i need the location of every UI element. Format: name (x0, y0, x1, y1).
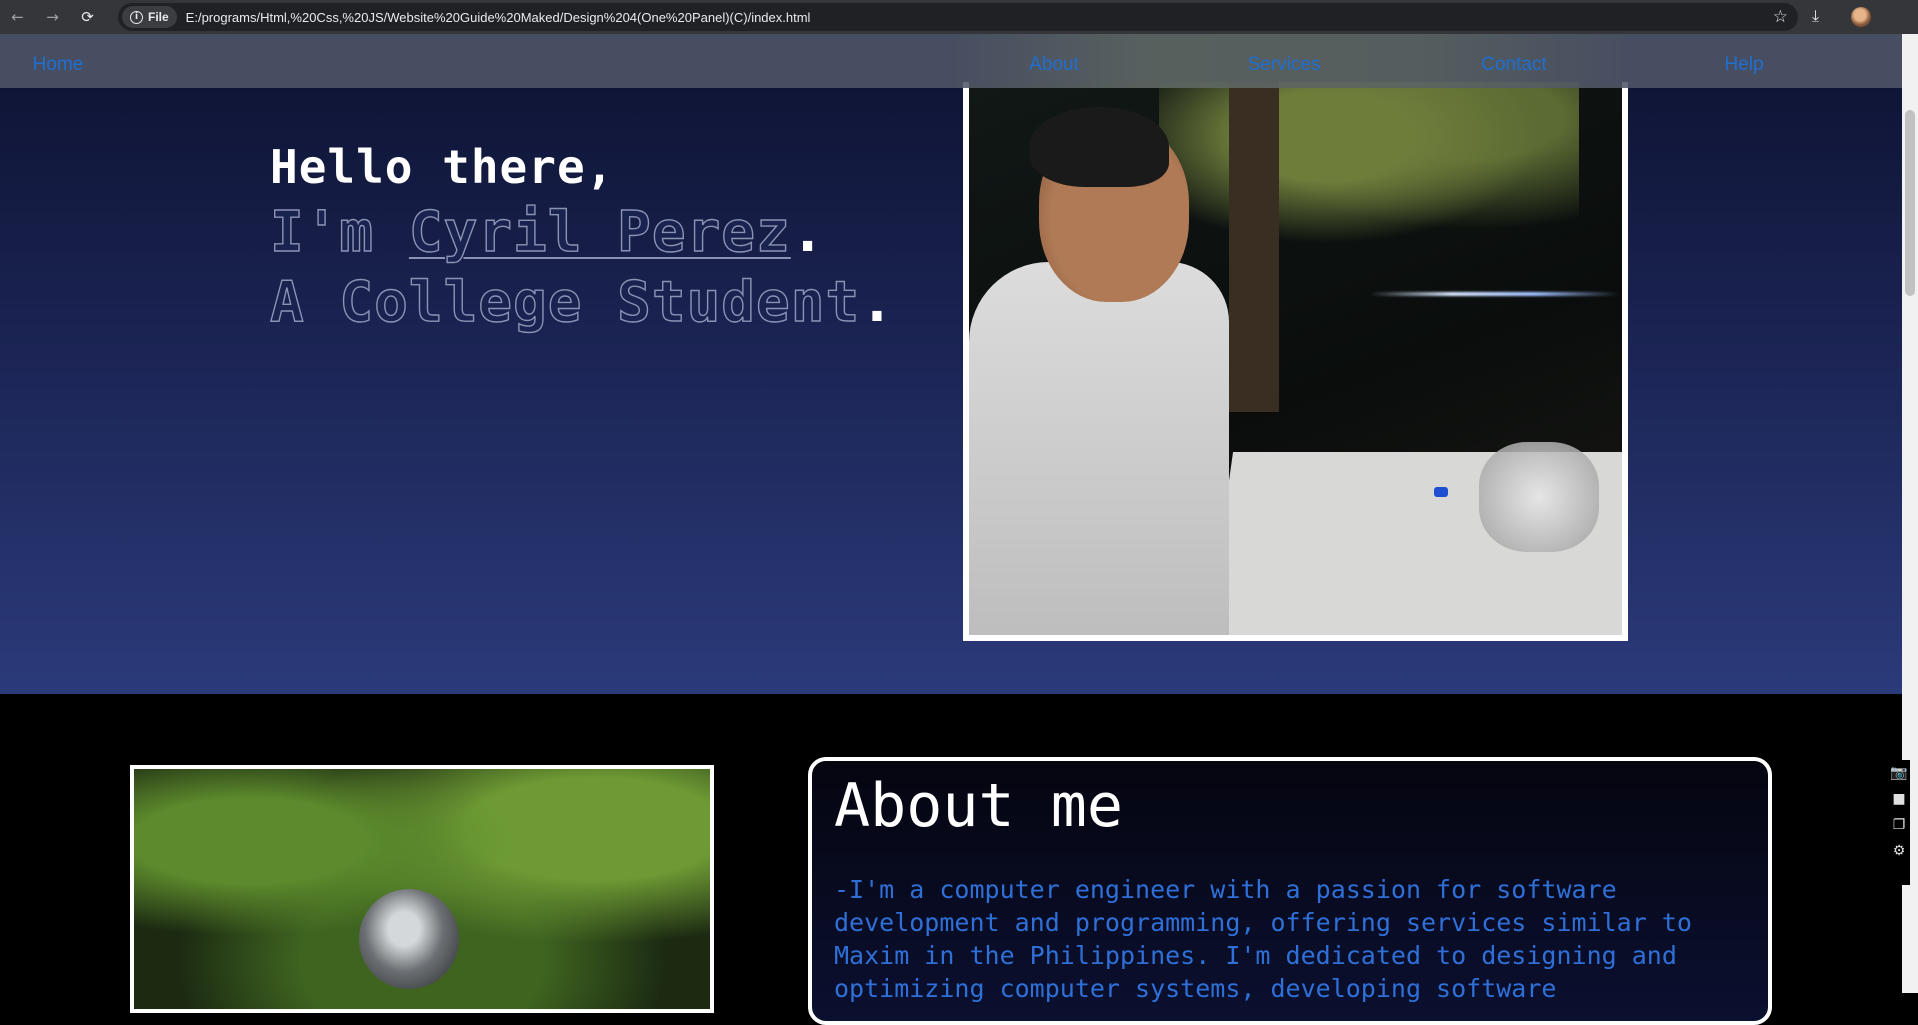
nav-link-contact[interactable]: Contact (1481, 34, 1546, 88)
file-label: File (148, 10, 169, 24)
browser-toolbar: ← → ⟳ i File E:/programs/Html,%20Css,%20… (0, 0, 1918, 34)
capture-toolbar: 📷 ■ ❐ ⚙ (1888, 760, 1910, 885)
photo-person-hair (1029, 107, 1169, 187)
profile-avatar[interactable] (1851, 7, 1871, 27)
photo-leaves (1159, 82, 1579, 262)
camera-icon[interactable]: 📷 (1888, 760, 1910, 786)
portrait-photo (963, 82, 1628, 641)
photo-bottle-cap (1434, 487, 1448, 497)
nav-link-help[interactable]: Help (1724, 34, 1763, 88)
scrollbar-thumb[interactable] (1905, 110, 1915, 296)
hero-role: A College Student (269, 269, 861, 335)
hero-period: . (860, 270, 895, 335)
video-icon[interactable]: ■ (1888, 786, 1910, 812)
hero-role-line: A College Student. (269, 269, 895, 335)
url-text[interactable]: E:/programs/Html,%20Css,%20JS/Website%20… (186, 10, 811, 25)
bookmark-star-icon[interactable]: ☆ (1773, 7, 1788, 27)
forward-icon[interactable]: → (35, 8, 70, 26)
photo-city-lights (1369, 292, 1619, 296)
hero-name: Cyril Perez (408, 199, 791, 265)
about-title: About me (834, 771, 1123, 841)
hero-name-line: I'm Cyril Perez. (269, 199, 826, 265)
about-photo (130, 765, 714, 1013)
info-icon: i (130, 10, 143, 24)
about-description: -I'm a computer engineer with a passion … (834, 875, 1692, 1003)
gear-icon[interactable]: ⚙ (1888, 838, 1910, 864)
photo-person-shirt (969, 262, 1229, 635)
about-card: About me -I'm a computer engineer with a… (808, 757, 1772, 1025)
hero-greeting: Hello there, (270, 140, 615, 194)
window-icon[interactable]: ❐ (1888, 812, 1910, 838)
reload-icon[interactable]: ⟳ (70, 8, 105, 26)
download-icon[interactable]: ⤓ (1812, 6, 1819, 26)
photo-tree-trunk (1229, 82, 1279, 412)
nav-link-services[interactable]: Services (1248, 34, 1321, 88)
site-navbar: Home About Services Contact Help (0, 34, 1902, 88)
back-icon[interactable]: ← (0, 8, 35, 26)
address-bar[interactable]: i File E:/programs/Html,%20Css,%20JS/Web… (118, 3, 1798, 31)
hero-period: . (790, 200, 826, 265)
hero-im-prefix: I'm (269, 199, 409, 265)
nav-link-home[interactable]: Home (33, 34, 84, 88)
nav-link-about[interactable]: About (1029, 34, 1079, 88)
photo-plastic-bag (1479, 442, 1599, 552)
site-info-chip[interactable]: i File (122, 6, 177, 28)
photo-helmet (359, 889, 459, 989)
